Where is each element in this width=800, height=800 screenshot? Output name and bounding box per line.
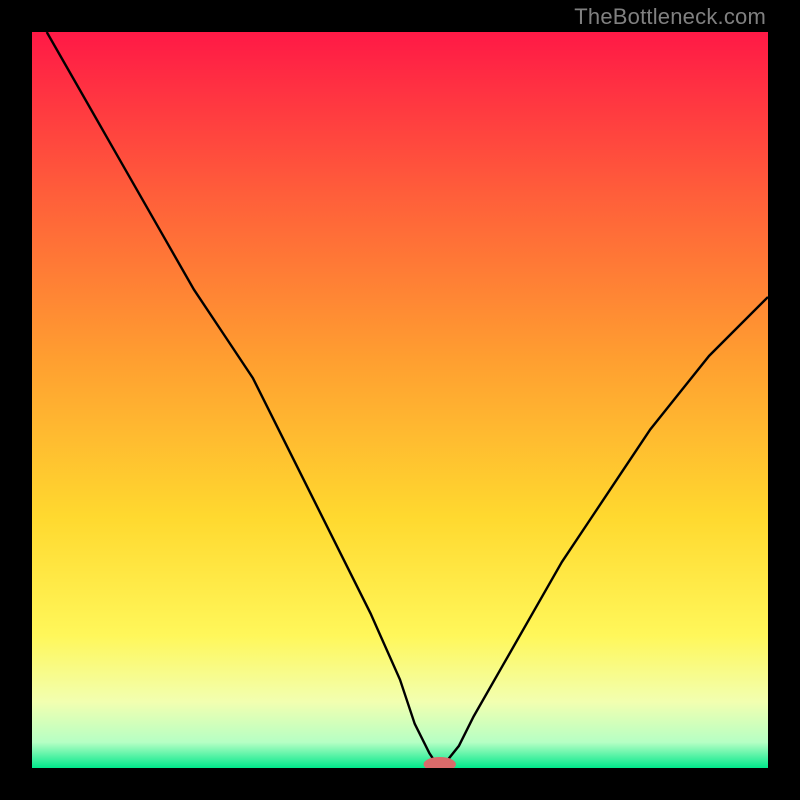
chart-frame: TheBottleneck.com [0, 0, 800, 800]
gradient-background [32, 32, 768, 768]
watermark-text: TheBottleneck.com [574, 4, 766, 30]
bottleneck-chart [32, 32, 768, 768]
